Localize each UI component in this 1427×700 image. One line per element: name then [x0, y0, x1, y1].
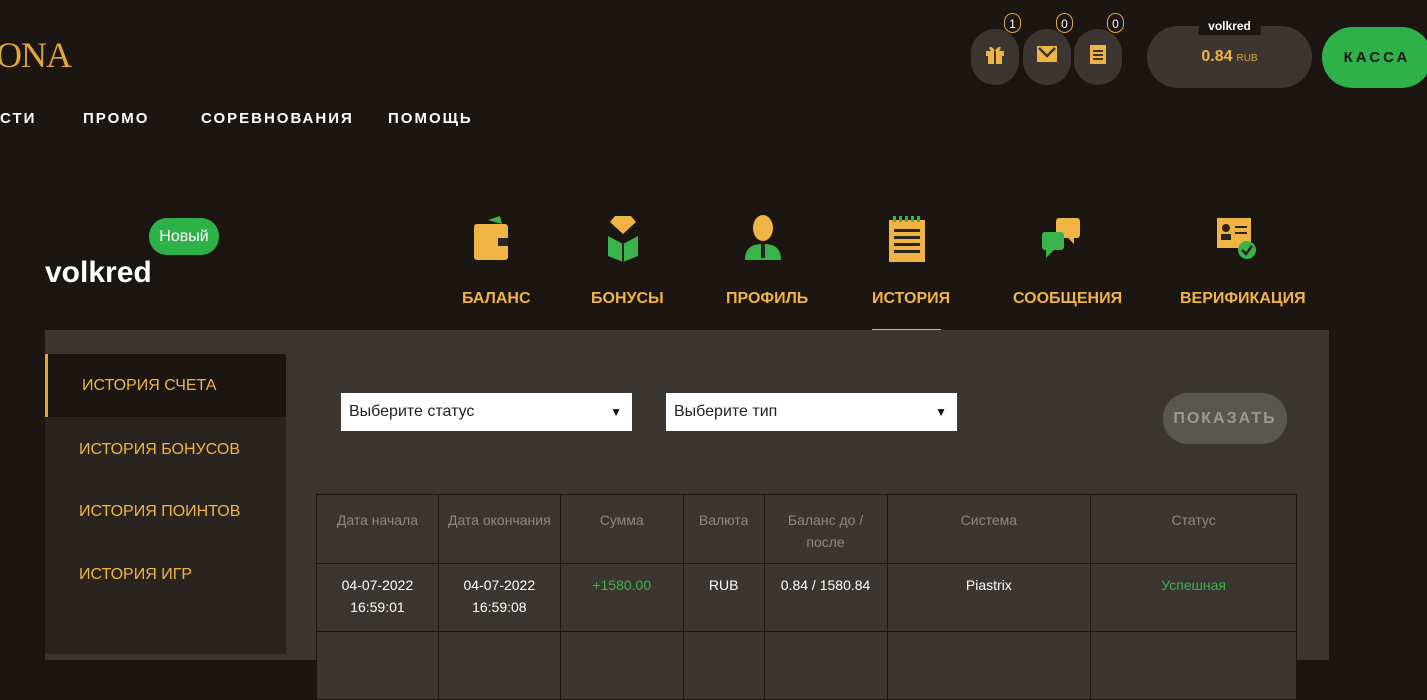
history-table: Дата начала Дата окончания Сумма Валюта …: [316, 494, 1297, 700]
history-icon: [888, 216, 925, 262]
sidebar-item-account-history[interactable]: ИСТОРИЯ СЧЕТА: [45, 354, 286, 417]
gift-icon: [986, 46, 1004, 64]
type-select-value: Выберите тип: [674, 403, 778, 420]
gift-count-badge: 1: [1004, 13, 1021, 33]
gift-box-icon: [608, 216, 638, 262]
user-icon: [745, 215, 781, 260]
show-button[interactable]: ПОКАЗАТЬ: [1163, 393, 1287, 444]
tab-bonuses[interactable]: БОНУСЫ: [591, 210, 664, 332]
table-row: 04-07-2022 16:59:01 04-07-2022 16:59:08 …: [316, 563, 1297, 632]
tab-label: БАЛАНС: [462, 290, 531, 307]
tab-profile[interactable]: ПРОФИЛЬ: [726, 210, 809, 332]
nav-item-promo[interactable]: ПРОМО: [83, 110, 149, 127]
tab-label: БОНУСЫ: [591, 290, 664, 307]
column-header: Дата окончания: [437, 494, 561, 564]
cell-balance: 0.84 / 1580.84: [763, 563, 888, 632]
status-badge: Новый: [149, 218, 219, 255]
cell-currency: RUB: [682, 563, 765, 632]
column-header: Дата начала: [316, 494, 439, 564]
type-select[interactable]: Выберите тип ▼: [666, 393, 957, 431]
mail-count-badge: 0: [1056, 13, 1073, 33]
nav-item-help[interactable]: ПОМОЩЬ: [388, 110, 473, 127]
notes-count-badge: 0: [1107, 13, 1124, 33]
tab-messages[interactable]: СООБЩЕНИЯ: [1013, 210, 1123, 332]
tab-label: ВЕРИФИКАЦИЯ: [1180, 290, 1306, 307]
tab-label: ПРОФИЛЬ: [726, 290, 809, 307]
caret-down-icon: ▼: [610, 405, 622, 419]
table-header-row: Дата начала Дата окончания Сумма Валюта …: [316, 494, 1297, 564]
cell-status: Успешная: [1090, 563, 1297, 632]
tab-label: СООБЩЕНИЯ: [1013, 290, 1123, 307]
status-select[interactable]: Выберите статус ▼: [341, 393, 632, 431]
column-header: Баланс до / после: [763, 494, 888, 564]
cell-end-date: 04-07-2022 16:59:08: [437, 563, 561, 632]
notes-button[interactable]: 0: [1074, 13, 1124, 85]
column-header: Статус: [1090, 494, 1297, 564]
mail-icon: [1037, 46, 1057, 62]
cell-amount: +1580.00: [559, 563, 684, 632]
gift-button[interactable]: 1: [971, 13, 1021, 85]
sidebar-item-bonus-history[interactable]: ИСТОРИЯ БОНУСОВ: [45, 418, 286, 481]
column-header: Система: [886, 494, 1092, 564]
sidebar-item-games-history[interactable]: ИСТОРИЯ ИГР: [45, 543, 286, 606]
site-logo[interactable]: ONA: [0, 34, 72, 76]
id-card-icon: [1217, 218, 1256, 259]
balance-currency: RUB: [1236, 53, 1258, 64]
column-header: Сумма: [559, 494, 684, 564]
cell-system: Piastrix: [886, 563, 1092, 632]
cell-start-date: 04-07-2022 16:59:01: [316, 563, 439, 632]
column-header: Валюта: [682, 494, 765, 564]
balance-amount: 0.84 RUB: [1147, 48, 1312, 66]
mail-button[interactable]: 0: [1023, 13, 1073, 85]
profile-username: volkred: [45, 256, 152, 289]
history-sidebar: ИСТОРИЯ СЧЕТА ИСТОРИЯ БОНУСОВ ИСТОРИЯ ПО…: [45, 354, 286, 654]
tab-verification[interactable]: ВЕРИФИКАЦИЯ: [1180, 210, 1306, 332]
status-select-value: Выберите статус: [349, 403, 475, 420]
nav-item-tournaments[interactable]: СОРЕВНОВАНИЯ: [201, 110, 354, 127]
cashier-button[interactable]: КАССА: [1322, 27, 1427, 88]
tab-label: ИСТОРИЯ: [872, 290, 951, 307]
caret-down-icon: ▼: [935, 405, 947, 419]
balance-widget[interactable]: volkred 0.84 RUB: [1147, 17, 1312, 88]
nav-item-news[interactable]: СТИ: [0, 110, 36, 127]
chat-icon: [1041, 218, 1080, 258]
balance-value: 0.84: [1201, 48, 1233, 65]
notes-icon: [1090, 45, 1106, 64]
sidebar-item-points-history[interactable]: ИСТОРИЯ ПОИНТОВ: [45, 480, 286, 543]
header-username: volkred: [1198, 17, 1261, 35]
tab-history[interactable]: ИСТОРИЯ: [872, 210, 951, 332]
table-row: [316, 631, 1297, 700]
wallet-icon: [474, 216, 508, 260]
tab-balance[interactable]: БАЛАНС: [462, 210, 531, 332]
